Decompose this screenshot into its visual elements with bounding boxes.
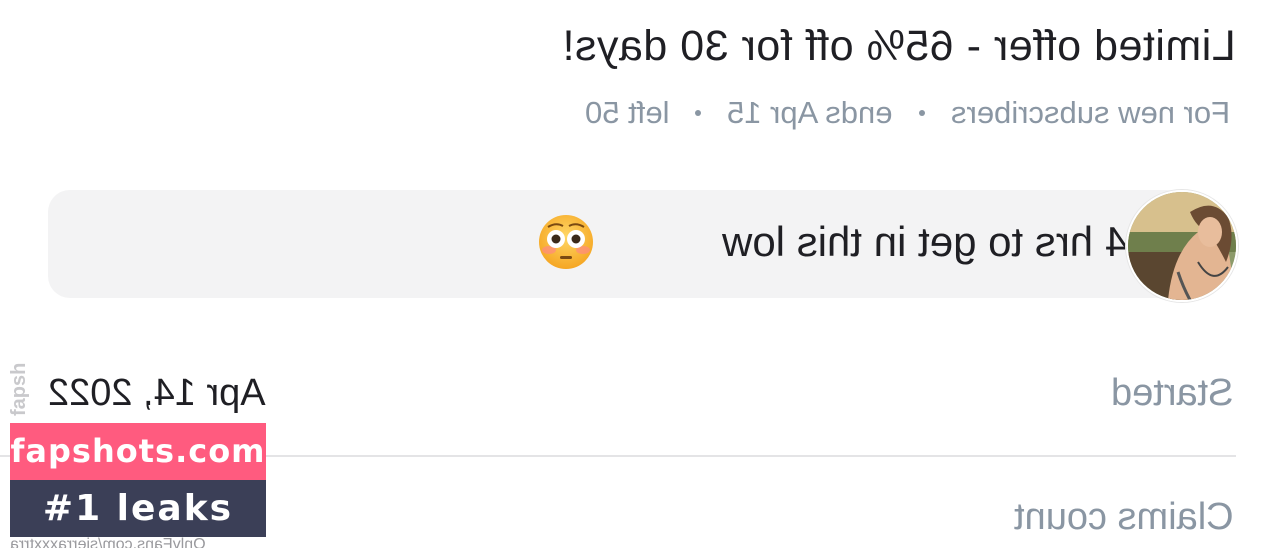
watermark-tagline: #1 leaks — [10, 480, 266, 537]
watermark-side-text: fapsh — [8, 362, 30, 416]
offer-title: Limited offer - 65% off for 30 days! — [562, 22, 1236, 71]
claims-count-label-text: Claims count — [1014, 496, 1234, 538]
started-value-text: Apr 14, 2022 — [48, 372, 266, 414]
offer-meta: For new subscribers ends Apr 15 left 50 — [579, 95, 1236, 131]
flushed-face-emoji — [539, 215, 593, 269]
offer-title-text: Limited offer - 65% off for 30 days! — [562, 22, 1236, 70]
watermark-site-label: fapshots.com — [10, 423, 266, 480]
message-text-content: 24 hrs to get in this low — [722, 218, 1152, 265]
message-text: 24 hrs to get in this low — [722, 218, 1152, 266]
watermark-url: OnlyFans.com/sierraxxxtrra — [10, 536, 206, 548]
watermark-url-text: OnlyFans.com/sierraxxxtrra — [10, 536, 206, 548]
meta-separator — [918, 110, 925, 116]
started-label-text: Started — [1111, 372, 1234, 414]
claims-count-label: Claims count — [1014, 496, 1234, 539]
started-label: Started — [1111, 372, 1234, 415]
offer-remaining: left 50 — [584, 95, 670, 130]
creator-avatar[interactable] — [1126, 190, 1238, 302]
offer-screen: Limited offer - 65% off for 30 days! For… — [0, 0, 1284, 548]
offer-audience: For new subscribers — [950, 95, 1230, 130]
meta-separator — [695, 110, 702, 116]
started-value: Apr 14, 2022 — [48, 372, 266, 415]
offer-end-date: ends Apr 15 — [727, 95, 893, 130]
